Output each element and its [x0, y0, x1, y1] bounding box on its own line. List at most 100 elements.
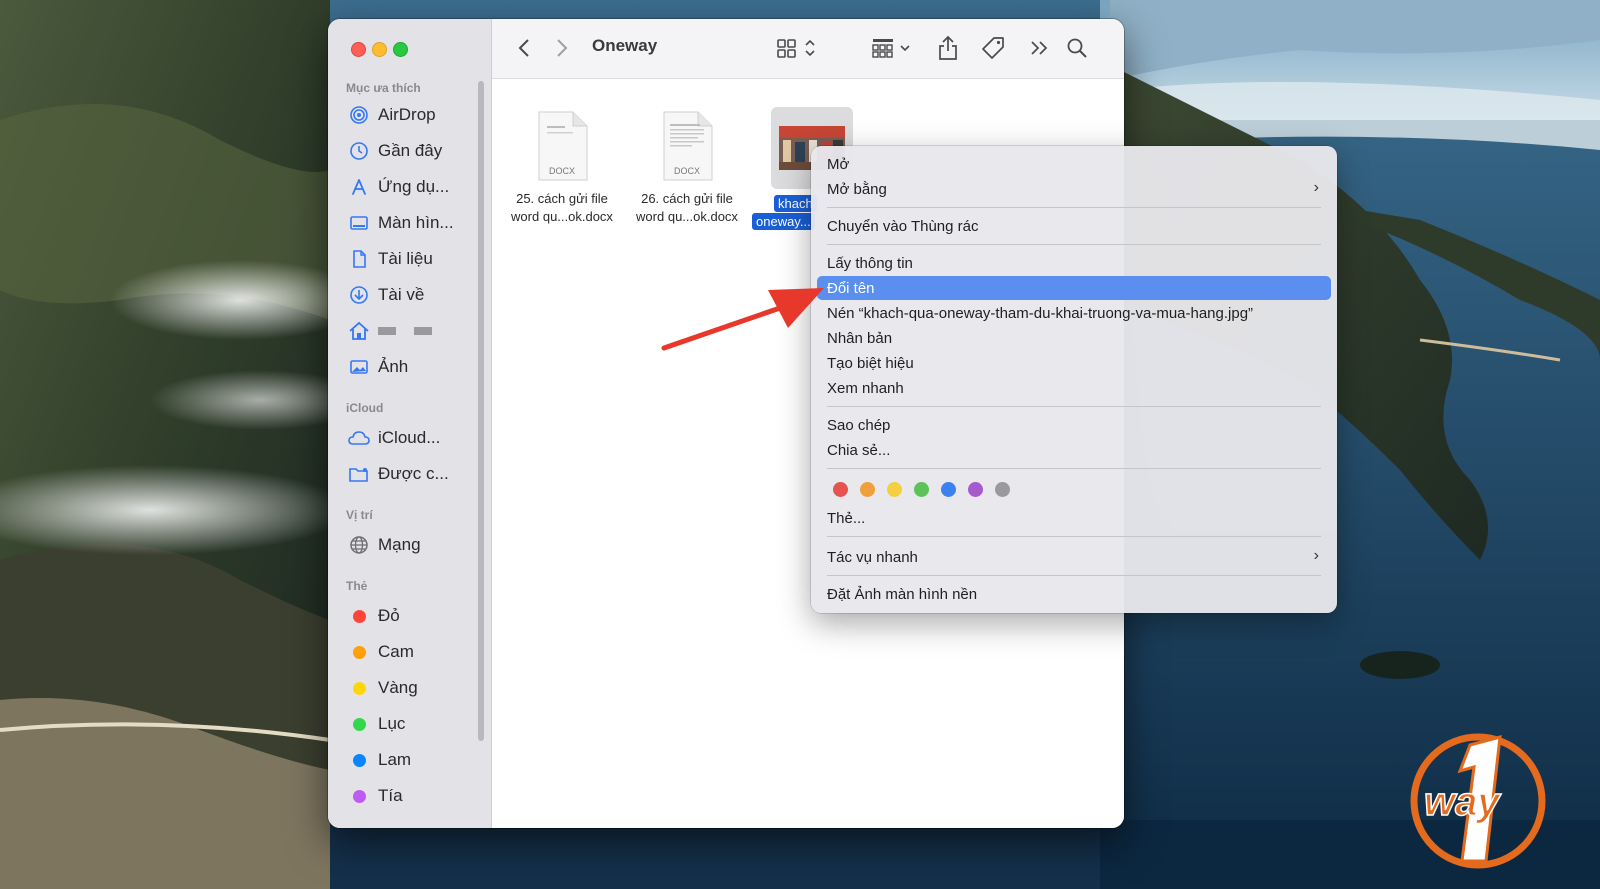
menu-separator — [827, 406, 1321, 407]
close-window-button[interactable] — [351, 42, 366, 57]
file-item[interactable]: DOCX 26. cách gửi file word qu...ok.docx — [627, 110, 747, 226]
menu-item-rename[interactable]: Đổi tên — [817, 276, 1331, 300]
tag-button[interactable] — [978, 34, 1008, 62]
chevron-right-icon: › — [1313, 179, 1319, 196]
chevron-right-icon — [557, 39, 568, 57]
sidebar-item-downloads[interactable]: Tài về — [348, 280, 483, 310]
tag-color-orange[interactable] — [860, 482, 875, 497]
chevron-left-icon — [518, 39, 529, 57]
sidebar-item-label: Lam — [378, 750, 412, 769]
document-icon — [348, 248, 370, 270]
search-icon — [1067, 38, 1087, 58]
menu-separator — [827, 536, 1321, 537]
menu-item-compress[interactable]: Nén “khach-qua-oneway-tham-du-khai-truon… — [817, 301, 1331, 325]
minimize-window-button[interactable] — [372, 42, 387, 57]
sidebar-tag-purple[interactable]: Tía — [348, 781, 483, 811]
tag-color-red[interactable] — [833, 482, 848, 497]
desktop-icon — [348, 212, 370, 234]
file-type-label: DOCX — [673, 166, 700, 176]
applications-icon — [348, 176, 370, 198]
tag-color-dot — [352, 717, 366, 731]
sidebar-item-network[interactable]: Mạng — [348, 530, 483, 560]
sidebar-item-documents[interactable]: Tài liệu — [348, 244, 483, 274]
sidebar-item-redacted-label — [378, 327, 432, 335]
forward-button[interactable] — [550, 34, 574, 62]
sidebar-item-label: Cam — [378, 642, 414, 661]
oneway-logo: way — [1410, 733, 1546, 869]
menu-item-copy[interactable]: Sao chép — [817, 413, 1331, 437]
sidebar-item-shared[interactable]: Được c... — [348, 459, 483, 489]
docx-file-icon: DOCX — [533, 110, 591, 184]
share-button[interactable] — [934, 34, 962, 62]
menu-item-set-desktop-picture[interactable]: Đặt Ảnh màn hình nền — [817, 582, 1331, 606]
menu-separator — [827, 468, 1321, 469]
sidebar-item-label: Được c... — [378, 464, 449, 483]
menu-item-move-to-trash[interactable]: Chuyển vào Thùng rác — [817, 214, 1331, 238]
sidebar-item-applications[interactable]: Ứng dụ... — [348, 172, 483, 202]
sidebar-section-locations: Vị trí — [346, 508, 373, 522]
docx-file-icon: DOCX — [658, 110, 716, 184]
zoom-window-button[interactable] — [393, 42, 408, 57]
sidebar-item-label: Ảnh — [378, 357, 409, 376]
sidebar-tag-red[interactable]: Đỏ — [348, 601, 483, 631]
menu-item-quick-actions[interactable]: Tác vụ nhanh › — [817, 545, 1331, 569]
menu-item-quick-look[interactable]: Xem nhanh — [817, 376, 1331, 400]
menu-item-duplicate[interactable]: Nhân bản — [817, 326, 1331, 350]
window-title: Oneway — [592, 36, 658, 55]
annotation-arrow — [661, 288, 824, 351]
photo-icon — [348, 356, 370, 378]
sidebar-section-favorites: Mục ưa thích — [346, 81, 421, 95]
sidebar-section-tags: Thẻ — [346, 579, 368, 593]
sidebar-tag-orange[interactable]: Cam — [348, 637, 483, 667]
menu-item-get-info[interactable]: Lấy thông tin — [817, 251, 1331, 275]
sidebar-item-label: Vàng — [378, 678, 418, 697]
menu-item-make-alias[interactable]: Tạo biệt hiệu — [817, 351, 1331, 375]
shared-folder-icon — [348, 463, 370, 485]
airdrop-icon — [348, 104, 370, 126]
sidebar-tag-yellow[interactable]: Vàng — [348, 673, 483, 703]
tag-color-purple[interactable] — [968, 482, 983, 497]
sidebar-item-label: Gần đây — [378, 141, 443, 160]
menu-item-open-with[interactable]: Mở bằng › — [817, 177, 1331, 201]
sidebar-item-label: Màn hìn... — [378, 213, 454, 232]
tag-color-dot — [352, 681, 366, 695]
tag-color-green[interactable] — [914, 482, 929, 497]
sidebar-tag-blue[interactable]: Lam — [348, 745, 483, 775]
clock-icon — [348, 140, 370, 162]
sidebar-item-desktop[interactable]: Màn hìn... — [348, 208, 483, 238]
menu-item-tags[interactable]: Thẻ... — [817, 506, 1331, 530]
sidebar-item-icloud-drive[interactable]: iCloud... — [348, 423, 483, 453]
menu-item-open[interactable]: Mở — [817, 152, 1331, 176]
more-toolbar-button[interactable] — [1026, 34, 1052, 62]
sidebar-item-home[interactable] — [348, 316, 483, 346]
tag-color-dot — [352, 609, 366, 623]
sidebar-scrollbar[interactable] — [478, 81, 484, 741]
tag-color-dot — [352, 753, 366, 767]
tag-color-gray[interactable] — [995, 482, 1010, 497]
tag-color-yellow[interactable] — [887, 482, 902, 497]
sidebar-item-label: Tài liệu — [378, 249, 433, 268]
sidebar-item-photos[interactable]: Ảnh — [348, 352, 483, 382]
sidebar-item-recents[interactable]: Gần đây — [348, 136, 483, 166]
share-icon — [939, 35, 957, 60]
file-name: 25. cách gửi file word qu...ok.docx — [511, 191, 613, 224]
menu-separator — [827, 244, 1321, 245]
sidebar-item-airdrop[interactable]: AirDrop — [348, 100, 483, 130]
group-grid-icon — [872, 39, 910, 58]
menu-item-share[interactable]: Chia sẻ... — [817, 438, 1331, 462]
file-item[interactable]: DOCX 25. cách gửi file word qu...ok.docx — [502, 110, 622, 226]
tag-color-blue[interactable] — [941, 482, 956, 497]
sidebar-section-icloud: iCloud — [346, 401, 384, 415]
tag-icon — [982, 37, 1004, 59]
group-button[interactable] — [870, 34, 916, 62]
sidebar-item-label: Ứng dụ... — [378, 177, 450, 196]
file-type-label: DOCX — [548, 166, 575, 176]
sidebar-tag-green[interactable]: Lục — [348, 709, 483, 739]
tag-color-dot — [352, 645, 366, 659]
menu-separator — [827, 575, 1321, 576]
view-mode-button[interactable] — [775, 34, 821, 62]
back-button[interactable] — [512, 34, 536, 62]
search-button[interactable] — [1064, 34, 1090, 62]
double-chevron-icon — [1031, 41, 1048, 55]
sidebar-item-label: Lục — [378, 714, 406, 733]
